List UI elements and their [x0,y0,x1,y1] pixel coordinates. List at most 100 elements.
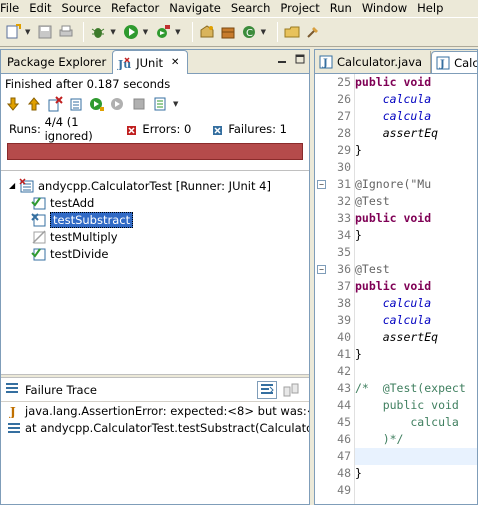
test-run-history-icon[interactable] [152,96,168,112]
expand-toggle-icon[interactable]: ◢ [9,181,19,190]
new-dropdown-icon[interactable]: ▼ [25,28,30,36]
scroll-lock-icon[interactable] [68,96,84,112]
compare-result-icon[interactable] [281,381,301,399]
suite-label: andycpp.CalculatorTest [Runner: JUnit 4] [38,178,271,193]
menu-refactor[interactable]: Refactor [106,0,164,16]
code-line[interactable]: 45 calcula [337,414,477,431]
failure-trace-line[interactable]: J java.lang.AssertionError: expected:<8>… [1,402,309,419]
failures-value: 1 [279,121,287,136]
code-line[interactable]: 25 public void [337,74,477,91]
tree-item-testadd[interactable]: testAdd [1,194,309,211]
debug-dropdown-icon[interactable]: ▼ [110,28,115,36]
code-text: @Test [355,194,390,208]
code-line[interactable]: 32 @Test [337,193,477,210]
new-package-icon[interactable] [219,23,237,41]
fold-toggle-icon[interactable]: − [317,265,326,274]
line-number: 34 [337,228,351,242]
previous-failure-icon[interactable] [26,96,42,112]
code-line[interactable]: 27 calcula [337,108,477,125]
tab-label: JUnit [136,55,164,70]
menu-window[interactable]: Window [357,0,412,16]
stop-icon[interactable] [131,96,147,112]
search-icon[interactable] [304,23,322,41]
code-line[interactable]: 47 [337,448,477,465]
code-line[interactable]: 30 [337,159,477,176]
code-line[interactable]: 28 assertEq [337,125,477,142]
test-failed-icon [31,212,47,228]
tree-item-testmultiply[interactable]: testMultiply [1,228,309,245]
rerun-test-icon[interactable] [89,96,105,112]
menu-navigate[interactable]: Navigate [164,0,226,16]
line-number: 46 [337,432,351,446]
code-text: @Test [355,262,390,276]
code-line[interactable]: 33 public void [337,210,477,227]
tab-junit[interactable]: Ju JUnit ✕ [112,50,189,74]
rerun-failed-icon[interactable] [110,96,126,112]
tab-package-explorer[interactable]: Package Explorer [1,51,112,73]
new-class-icon[interactable]: C [240,23,258,41]
failure-trace-line[interactable]: at andycpp.CalculatorTest.testSubstract(… [1,419,309,436]
maximize-icon[interactable] [295,54,305,64]
debug-icon[interactable] [89,23,107,41]
menu-file[interactable]: File [0,0,24,16]
menu-source[interactable]: Source [57,0,107,16]
code-area[interactable]: 25 public void 26 calcula 27 calcula 28 asse… [317,74,477,499]
run-dropdown-icon[interactable]: ▼ [143,28,148,36]
tree-item-testsubstract[interactable]: testSubstract [1,211,309,228]
tab-calculator-java[interactable]: J Calculator.java [315,51,432,73]
menu-project[interactable]: Project [275,0,324,16]
code-line[interactable]: 44 public void [337,397,477,414]
code-line[interactable]: 43 /* @Test(expect [337,380,477,397]
code-line[interactable]: 37 public void [337,278,477,295]
tree-root[interactable]: ◢ andycpp.CalculatorTest [Runner: JUnit … [1,177,309,194]
new-class-dropdown-icon[interactable]: ▼ [261,28,266,36]
line-number: 47 [337,449,351,463]
minimize-icon[interactable] [277,54,287,64]
save-icon[interactable] [36,23,54,41]
close-icon[interactable]: ✕ [171,57,179,68]
print-icon[interactable] [57,23,75,41]
menu-help[interactable]: Help [412,0,448,16]
next-failure-icon[interactable] [5,96,21,112]
trace-text: java.lang.AssertionError: expected:<8> b… [25,403,309,418]
code-line[interactable]: 29} [337,142,477,159]
filter-stack-icon[interactable] [257,381,277,399]
failure-trace-buttons [257,381,301,399]
new-java-project-icon[interactable] [198,23,216,41]
menu-edit[interactable]: Edit [24,0,56,16]
open-type-icon[interactable] [283,23,301,41]
code-line[interactable]: 35 [337,244,477,261]
tree-item-testdivide[interactable]: testDivide [1,245,309,262]
code-line[interactable]: 31 − @Ignore("Mu [317,176,477,193]
code-line[interactable]: 34} [337,227,477,244]
external-tools-icon[interactable] [154,23,172,41]
view-menu-icon[interactable]: ▼ [173,100,178,108]
external-tools-dropdown-icon[interactable]: ▼ [175,28,180,36]
test-label: testDivide [50,246,109,261]
tab-calculatortest-java[interactable]: J Calc [431,51,477,73]
fold-toggle-icon[interactable]: − [317,180,326,189]
code-line[interactable]: 36 − @Test [317,261,477,278]
failure-icon [213,124,223,135]
code-line[interactable]: 26 calcula [337,91,477,108]
line-number: 30 [337,160,351,174]
test-label: testSubstract [50,211,134,228]
run-icon[interactable] [122,23,140,41]
code-line[interactable]: 41} [337,346,477,363]
new-wizard-icon[interactable] [4,23,22,41]
code-line[interactable]: 39 calcula [337,312,477,329]
svg-text:Ju: Ju [117,58,131,70]
test-tree: ◢ andycpp.CalculatorTest [Runner: JUnit … [1,170,309,374]
menu-run[interactable]: Run [325,0,357,16]
line-number: 35 [337,245,351,259]
code-line[interactable]: 46 )*/ [337,431,477,448]
toolbar-separator [276,22,278,42]
code-line[interactable]: 40 assertEq [337,329,477,346]
code-line[interactable]: 49 [337,482,477,499]
show-failures-only-icon[interactable] [47,96,63,112]
code-line[interactable]: 42 [337,363,477,380]
toolbar-separator [191,22,193,42]
code-line[interactable]: 48} [337,465,477,482]
menu-search[interactable]: Search [226,0,276,16]
code-line[interactable]: 38 calcula [337,295,477,312]
